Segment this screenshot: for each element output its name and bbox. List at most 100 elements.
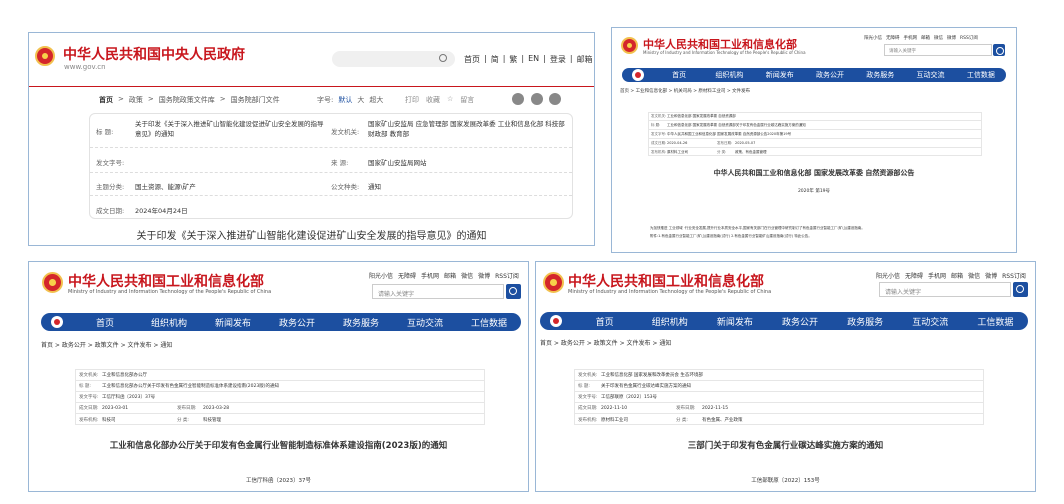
date-value: 2023-03-01 [102,405,129,411]
nav-interaction[interactable]: 互动交流 [393,316,457,329]
print-button[interactable]: 打印 [405,95,419,105]
link-wechat[interactable]: 微信 [461,271,473,280]
announcement-title: 中华人民共和国工业和信息化部 国家发展改革委 自然资源部公告 [713,169,915,177]
breadcrumb: 首页 > 工业和信息化部 > 机关司局 > 原材料工业司 > 文件发布 [620,89,751,94]
link-mail[interactable]: 邮箱 [951,271,963,280]
nav-org[interactable]: 组织机构 [704,70,754,80]
link-mail[interactable]: 邮箱 [921,35,930,41]
link-mobile[interactable]: 手机网 [928,271,946,280]
body-text-1: 为加快推进 工业领域 ·行业安全发展,提升行业本质安全水平,国家有关部门在行业管… [650,226,865,230]
search-input[interactable] [332,51,455,67]
nav-services[interactable]: 政务服务 [855,70,905,80]
miit-panel-1: 中华人民共和国工业和信息化部 Ministry of Industry and … [611,27,1017,253]
link-wechat[interactable]: 微信 [934,35,943,41]
link-weibo[interactable]: 微博 [985,271,997,280]
link-sunshine[interactable]: 阳光小信 [369,271,393,280]
font-xlarge[interactable]: 超大 [369,95,383,105]
pubdate-value: 2020-05-07 [735,141,756,145]
docno-label: 发文字号: [79,395,99,400]
nav-news[interactable]: 新闻发布 [201,316,265,329]
nav-interaction[interactable]: 互动交流 [905,70,955,80]
link-mobile[interactable]: 手机网 [904,35,918,41]
share-icon[interactable] [549,93,561,105]
category-value: 科技管理 [203,417,221,423]
crumb-policy[interactable]: 政策 [129,95,143,105]
nav-data[interactable]: 工信数据 [963,315,1028,328]
crumb-library[interactable]: 国务院政策文件库 [159,95,215,105]
comment-button[interactable]: 留言 [460,95,474,105]
crumb-home[interactable]: 首页 [99,95,113,105]
miit-name-cn[interactable]: 中华人民共和国工业和信息化部 [68,271,264,291]
link-weibo[interactable]: 微博 [478,271,490,280]
search-icon[interactable] [993,44,1005,56]
nav-simplified[interactable]: 简 [491,54,499,65]
link-accessibility[interactable]: 无障碍 [886,35,900,41]
topic-value: 国土资源、能源\矿产 [135,183,196,191]
favorite-button[interactable]: 收藏 [426,95,440,105]
link-sunshine[interactable]: 阳光小信 [876,271,900,280]
top-links: 阳光小信 无障碍 手机网 邮箱 微信 微博 RSS订阅 [369,271,519,280]
nav-home[interactable]: 首页 [464,54,480,65]
crumb-dept[interactable]: 国务院部门文件 [231,95,280,105]
nav-login[interactable]: 登录 [550,54,566,65]
nav-data[interactable]: 工信数据 [956,70,1006,80]
nav-home[interactable]: 首页 [654,70,704,80]
nav-news[interactable]: 新闻发布 [702,315,767,328]
topic-label: 主题分类: [96,183,125,191]
link-accessibility[interactable]: 无障碍 [905,271,923,280]
search-icon[interactable] [1013,282,1028,297]
link-weibo[interactable]: 微博 [947,35,956,41]
miit-panel-3: 中华人民共和国工业和信息化部 Ministry of Industry and … [535,261,1036,492]
miit-name-cn[interactable]: 中华人民共和国工业和信息化部 [568,271,764,291]
search-input[interactable]: 请输入关键字 [884,44,992,56]
search-input[interactable]: 请输入关键字 [372,284,504,299]
nav-services[interactable]: 政务服务 [833,315,898,328]
nav-home[interactable]: 首页 [73,316,137,329]
nav-affairs[interactable]: 政务公开 [767,315,832,328]
search-icon[interactable] [439,54,447,62]
nav-interaction[interactable]: 互动交流 [898,315,963,328]
nav-news[interactable]: 新闻发布 [755,70,805,80]
type-label: 公文种类: [331,183,360,191]
nav-home[interactable]: 首页 [572,315,637,328]
search-input[interactable]: 请输入关键字 [879,282,1011,297]
nav-affairs[interactable]: 政务公开 [265,316,329,329]
star-icon[interactable]: ☆ [447,95,453,105]
gov-site-name[interactable]: 中华人民共和国中央人民政府 [63,44,245,64]
link-rss[interactable]: RSS订阅 [495,271,519,280]
docno-value: 工信部联原〔2022〕153号 [601,395,658,400]
issuer-value: 工业和信息化部 国家发展改革委 自然资源部 [667,114,736,118]
nav-sep: | [521,54,525,63]
link-wechat[interactable]: 微信 [968,271,980,280]
search-icon[interactable] [506,284,521,299]
font-large[interactable]: 大 [357,95,364,105]
link-accessibility[interactable]: 无障碍 [398,271,416,280]
nav-mail[interactable]: 邮箱 [577,54,593,65]
link-rss[interactable]: RSS订阅 [1002,271,1026,280]
nav-data[interactable]: 工信数据 [457,316,521,329]
docno-label: 发文字号: [651,131,667,136]
nav-sep: | [484,54,487,63]
font-default[interactable]: 默认 [338,95,352,105]
nav-affairs[interactable]: 政务公开 [805,70,855,80]
title-value: 关于印发有色金属行业碳达峰实施方案的通知 [601,384,691,389]
nav-logo-icon [550,315,562,327]
search-placeholder: 请输入关键字 [889,49,916,54]
link-rss[interactable]: RSS订阅 [960,35,978,41]
docno-value: 中华人民共和国工业和信息化部 国家发展改革委 自然资源部公告2020年第19号 [667,131,792,136]
weibo-icon[interactable] [512,93,524,105]
search-placeholder: 请输入关键字 [885,289,922,296]
national-emblem-icon [35,46,55,66]
link-mail[interactable]: 邮箱 [444,271,456,280]
link-sunshine[interactable]: 阳光小信 [864,35,882,41]
nav-org[interactable]: 组织机构 [637,315,702,328]
nav-org[interactable]: 组织机构 [137,316,201,329]
nav-english[interactable]: EN [528,54,539,65]
gov-top-nav: 首页 | 简 | 繁 | EN | 登录 | 邮箱 [464,54,593,65]
tools: 打印 收藏 ☆ 留言 [405,95,474,105]
link-mobile[interactable]: 手机网 [421,271,439,280]
meta-table: 发文机关: 工业和信息化部 国家发展和改革委员会 生态环境部 标 题: 关于印发有色… [574,369,984,425]
nav-services[interactable]: 政务服务 [329,316,393,329]
nav-traditional[interactable]: 繁 [509,54,517,65]
wechat-icon[interactable] [531,93,543,105]
